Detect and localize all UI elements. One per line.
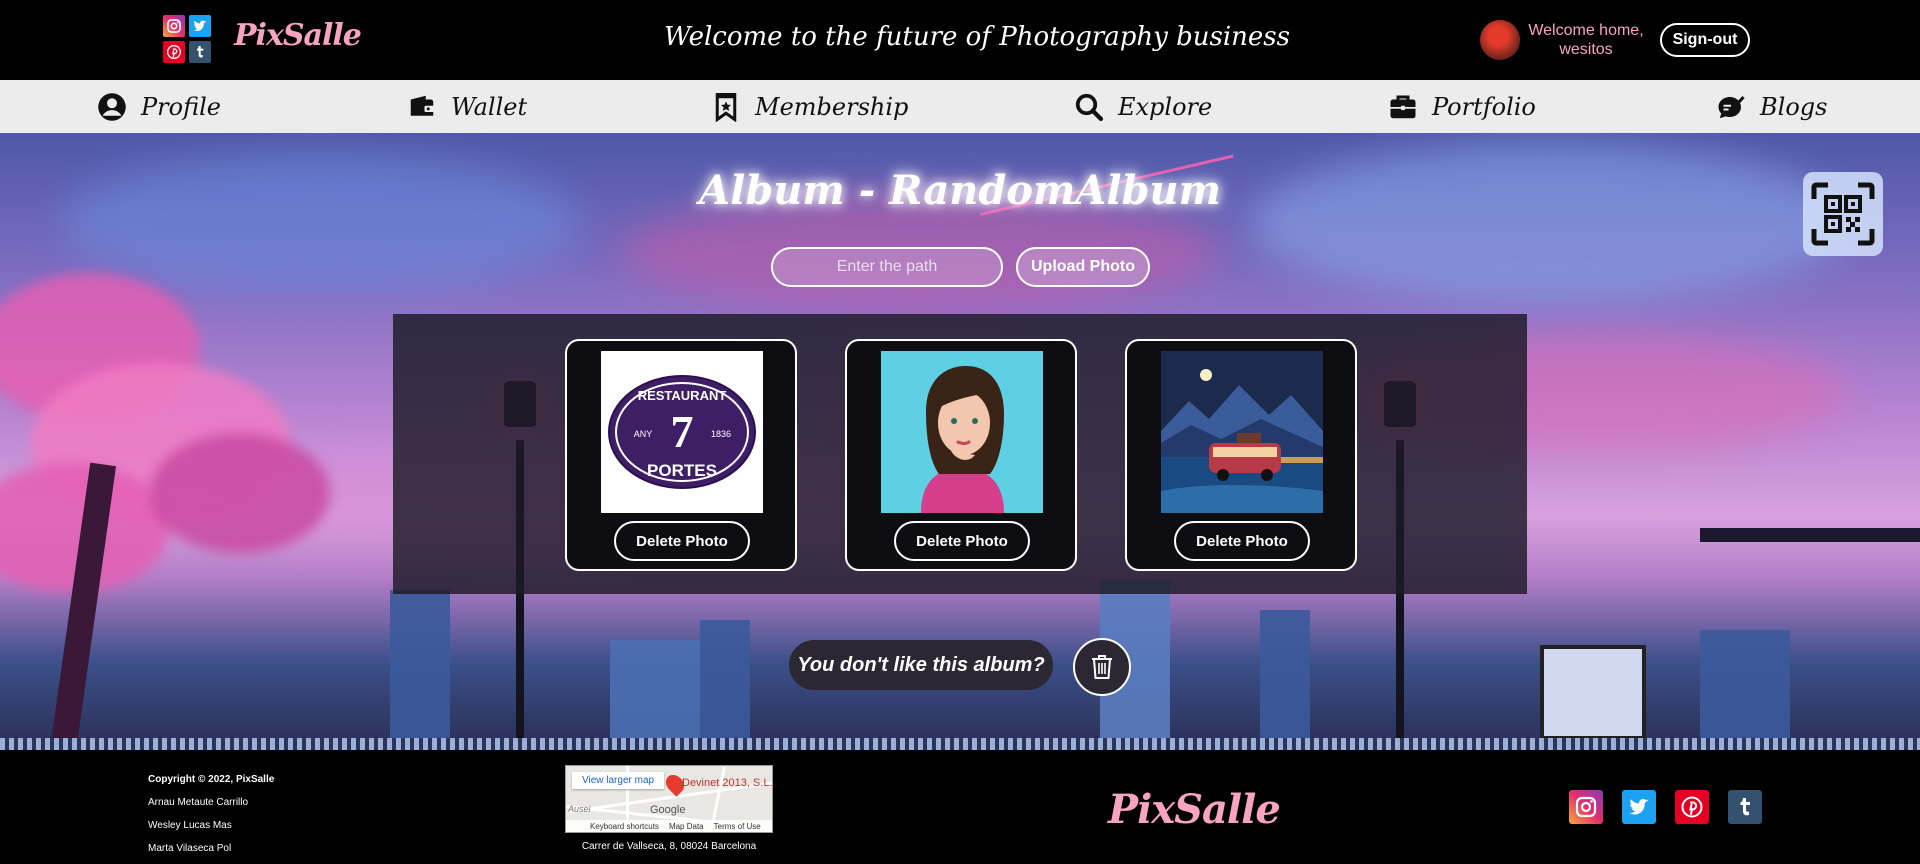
signout-button[interactable]: Sign-out [1660,23,1750,57]
logo-right-text: 1836 [711,429,731,439]
view-larger-map-link[interactable]: View larger map [572,772,665,789]
keyboard-shortcuts-link[interactable]: Keyboard shortcuts [590,822,659,831]
delete-photo-button[interactable]: Delete Photo [894,521,1030,561]
nav-item-profile[interactable]: Profile [97,88,221,125]
search-icon [1075,93,1104,121]
photo-card: RESTAURANT 7 ANY 1836 PORTES Delete Phot… [565,339,797,571]
footer: Copyright © 2022, PixSalle Arnau Metaute… [0,750,1920,864]
top-header: PixSalle Welcome to the future of Photog… [0,0,1920,80]
copyright: Copyright © 2022, PixSalle [148,774,275,785]
restaurant-logo-image: RESTAURANT 7 ANY 1836 PORTES [608,375,756,489]
delete-photo-button[interactable]: Delete Photo [1174,521,1310,561]
delete-photo-button[interactable]: Delete Photo [614,521,750,561]
path-input[interactable] [771,247,1003,287]
header-social-links [163,15,211,63]
briefcase-icon [1390,95,1416,118]
footer-brand-logo[interactable]: PixSalle [1108,786,1281,833]
album-title: Album - RandomAlbum [699,167,1221,214]
greeting-line: Welcome home, [1528,22,1644,39]
logo-bottom-text: PORTES [647,461,717,480]
logo-number: 7 [671,406,694,457]
address: Carrer de Vallseca, 8, 08024 Barcelona [581,841,757,852]
blog-feather-icon [1718,95,1745,118]
nav-item-blogs[interactable]: Blogs [1716,88,1827,125]
pinterest-icon[interactable] [163,41,185,63]
nav-label: Explore [1118,92,1213,121]
photo-card: Delete Photo [1125,339,1357,571]
welcome-banner: Welcome to the future of Photography bus… [664,22,1290,52]
pinterest-icon[interactable] [1675,790,1709,824]
brand-logo[interactable]: PixSalle [234,18,362,53]
delete-album-button[interactable] [1073,638,1131,696]
upload-photo-button[interactable]: Upload Photo [1016,247,1150,287]
qr-code-button[interactable] [1803,172,1883,256]
van-mountains-image [1161,351,1323,513]
qr-code-icon [1811,182,1875,246]
map-place-label: Devinet 2013, S.L. [682,777,773,789]
terms-link[interactable]: Terms of Use [714,822,761,831]
nav-item-explore[interactable]: Explore [1074,88,1212,125]
bookmark-star-icon [715,92,737,122]
nav-label: Membership [755,92,909,121]
credits: Copyright © 2022, PixSalle Arnau Metaute… [148,768,274,860]
tumblr-icon[interactable] [1728,790,1762,824]
author-name: Wesley Lucas Mas [148,820,232,831]
nav-item-membership[interactable]: Membership [711,88,908,125]
album-page: Album - RandomAlbum Upload Photo RESTAUR… [0,133,1920,750]
map-street-label: Ausei [568,804,591,814]
username: wesitos [1559,41,1613,58]
google-logo: Google [650,804,686,816]
photo-thumbnail[interactable] [1161,351,1323,513]
instagram-icon[interactable] [1569,790,1603,824]
photo-card: Delete Photo [845,339,1077,571]
nav-label: Wallet [451,92,528,121]
logo-top-text: RESTAURANT [638,388,727,403]
nav-label: Profile [141,92,221,121]
photo-gallery: RESTAURANT 7 ANY 1836 PORTES Delete Phot… [393,314,1527,594]
twitter-icon[interactable] [1622,790,1656,824]
user-circle-icon [98,92,126,121]
nav-label: Blogs [1760,92,1828,121]
nav-item-wallet[interactable]: Wallet [407,88,527,125]
nav-item-portfolio[interactable]: Portfolio [1388,88,1536,125]
trash-icon [1092,655,1112,679]
photo-thumbnail[interactable]: RESTAURANT 7 ANY 1836 PORTES [601,351,763,513]
nav-label: Portfolio [1432,92,1536,121]
twitter-icon[interactable] [189,15,211,37]
map-data-link[interactable]: Map Data [669,822,704,831]
main-nav: Profile Wallet Membership Explore Portfo… [0,80,1920,133]
instagram-icon[interactable] [163,15,185,37]
author-name: Arnau Metaute Carrillo [148,797,249,808]
wallet-icon [410,95,435,116]
logo-left-text: ANY [634,429,653,439]
user-greeting: Welcome home, wesitos [1527,21,1645,59]
photo-thumbnail[interactable] [881,351,1043,513]
dislike-album-prompt: You don't like this album? [789,640,1053,690]
girl-portrait-image [881,351,1043,513]
author-name: Marta Vilaseca Pol [148,843,232,854]
tumblr-icon[interactable] [189,41,211,63]
location-map[interactable]: Ausei View larger map Devinet 2013, S.L.… [565,765,773,833]
avatar[interactable] [1480,20,1520,60]
map-attribution-bar: Keyboard shortcuts Map Data Terms of Use [566,820,772,832]
